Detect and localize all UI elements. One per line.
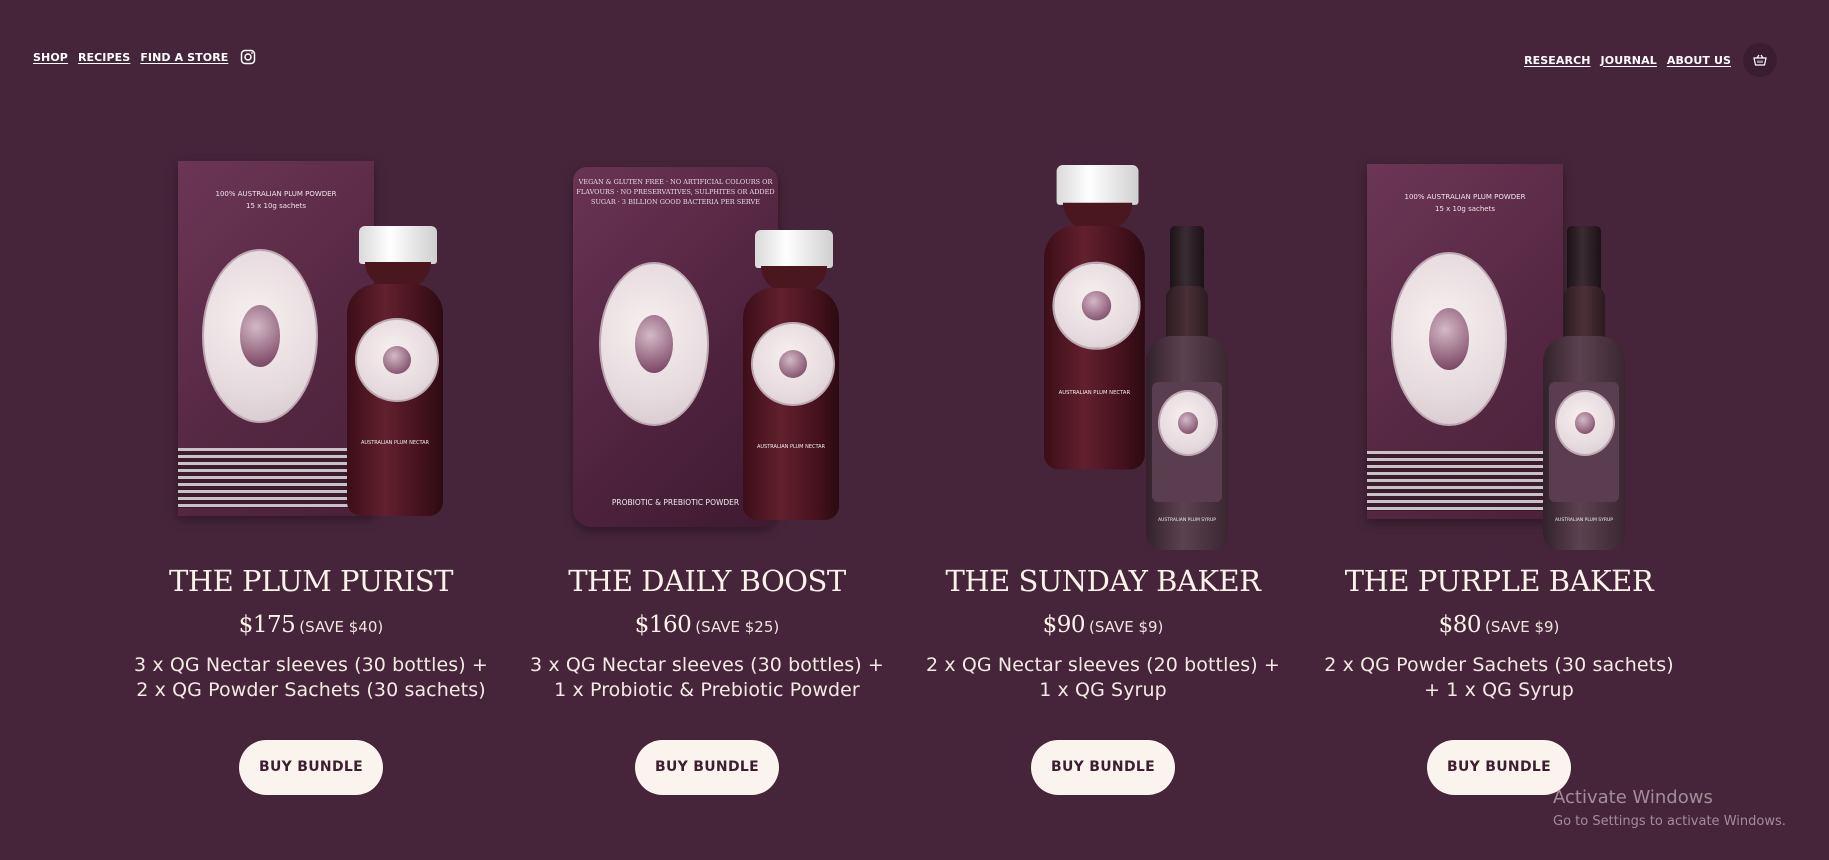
price-line: $90 (SAVE $9) <box>903 608 1303 644</box>
nav-journal-link[interactable]: JOURNAL <box>1601 54 1657 67</box>
pack-text: 100% AUSTRALIAN PLUM POWDER <box>1404 193 1526 201</box>
price-line: $80 (SAVE $9) <box>1299 608 1699 644</box>
watermark-title: Activate Windows <box>1553 787 1713 808</box>
nav-left: SHOP RECIPES FIND A STORE <box>33 49 256 65</box>
product-card-plum-purist: 100% AUSTRALIAN PLUM POWDER 15 x 10g sac… <box>111 155 511 795</box>
watermark-subtitle: Go to Settings to activate Windows. <box>1553 814 1786 829</box>
price-line: $160 (SAVE $25) <box>507 608 907 644</box>
syrup-bottle: AUSTRALIAN PLUM SYRUP <box>1146 226 1228 550</box>
product-saving: (SAVE $9) <box>1485 618 1560 636</box>
powder-box: 100% AUSTRALIAN PLUM POWDER 15 x 10g sac… <box>1367 164 1563 519</box>
nectar-bottle: AUSTRALIAN PLUM NECTAR <box>1044 165 1145 470</box>
product-description: 2 x QG Nectar sleeves (20 bottles) + 1 x… <box>903 653 1303 703</box>
bottle-text: AUSTRALIAN PLUM NECTAR <box>360 440 430 446</box>
pouch-text: VEGAN & GLUTEN FREE · NO ARTIFICIAL COLO… <box>576 178 775 206</box>
product-description: 3 x QG Nectar sleeves (30 bottles) + 1 x… <box>507 653 907 703</box>
product-title: THE PURPLE BAKER <box>1344 564 1654 598</box>
product-image: 100% AUSTRALIAN PLUM POWDER 15 x 10g sac… <box>1299 155 1699 550</box>
product-saving: (SAVE $40) <box>299 618 384 636</box>
nectar-bottle: AUSTRALIAN PLUM NECTAR <box>743 230 839 520</box>
product-saving: (SAVE $9) <box>1089 618 1164 636</box>
syrup-text: AUSTRALIAN PLUM SYRUP <box>1554 518 1614 523</box>
description-line: 2 x QG Powder Sachets (30 sachets) <box>136 679 486 701</box>
bottle-text: AUSTRALIAN PLUM NECTAR <box>756 444 826 450</box>
brand-seal <box>599 262 709 426</box>
nav-find-a-store-link[interactable]: FIND A STORE <box>140 51 228 64</box>
syrup-bottle: AUSTRALIAN PLUM SYRUP <box>1543 226 1625 550</box>
product-description: 2 x QG Powder Sachets (30 sachets) + 1 x… <box>1299 653 1699 703</box>
buy-bundle-button[interactable]: BUY BUNDLE <box>1031 740 1175 795</box>
product-image: AUSTRALIAN PLUM NECTAR AUSTRALIAN PLUM S… <box>903 155 1303 550</box>
product-image: VEGAN & GLUTEN FREE · NO ARTIFICIAL COLO… <box>507 155 907 543</box>
description-line: 1 x QG Syrup <box>1039 679 1167 701</box>
nectar-bottle: AUSTRALIAN PLUM NECTAR <box>347 226 443 516</box>
product-price: $90 <box>1042 612 1086 638</box>
basket-icon <box>1753 54 1767 66</box>
nav-shop-link[interactable]: SHOP <box>33 51 68 64</box>
product-title: THE PLUM PURIST <box>168 564 454 598</box>
product-card-purple-baker: 100% AUSTRALIAN PLUM POWDER 15 x 10g sac… <box>1299 155 1699 795</box>
brand-seal <box>202 249 318 423</box>
brand-seal <box>1391 252 1507 426</box>
nav-research-link[interactable]: RESEARCH <box>1524 54 1590 67</box>
buy-bundle-button[interactable]: BUY BUNDLE <box>239 740 383 795</box>
product-description: 3 x QG Nectar sleeves (30 bottles) + 2 x… <box>111 653 511 703</box>
bottle-text: AUSTRALIAN PLUM NECTAR <box>1058 389 1131 396</box>
syrup-text: AUSTRALIAN PLUM SYRUP <box>1157 518 1217 523</box>
product-card-sunday-baker: AUSTRALIAN PLUM NECTAR AUSTRALIAN PLUM S… <box>903 155 1303 795</box>
product-price: $175 <box>238 612 296 638</box>
product-price: $160 <box>634 612 692 638</box>
pack-subtext: 15 x 10g sachets <box>246 202 306 210</box>
powder-box: 100% AUSTRALIAN PLUM POWDER 15 x 10g sac… <box>178 161 374 516</box>
price-line: $175 (SAVE $40) <box>111 608 511 644</box>
product-card-daily-boost: VEGAN & GLUTEN FREE · NO ARTIFICIAL COLO… <box>507 155 907 795</box>
pack-text: 100% AUSTRALIAN PLUM POWDER <box>215 190 337 198</box>
product-title: THE DAILY BOOST <box>568 564 846 598</box>
cart-button[interactable] <box>1743 43 1777 77</box>
buy-bundle-button[interactable]: BUY BUNDLE <box>1427 740 1571 795</box>
description-line: 1 x Probiotic & Prebiotic Powder <box>554 679 860 701</box>
product-price: $80 <box>1438 612 1482 638</box>
pack-subtext: 15 x 10g sachets <box>1435 205 1495 213</box>
nav-right: RESEARCH JOURNAL ABOUT US <box>1524 43 1777 77</box>
description-line: 2 x QG Nectar sleeves (20 bottles) + <box>926 654 1280 676</box>
description-line: + 1 x QG Syrup <box>1424 679 1574 701</box>
activate-windows-watermark: Activate Windows Go to Settings to activ… <box>1553 787 1786 829</box>
product-saving: (SAVE $25) <box>695 618 780 636</box>
instagram-icon[interactable] <box>240 49 256 65</box>
product-title: THE SUNDAY BAKER <box>945 564 1261 598</box>
product-image: 100% AUSTRALIAN PLUM POWDER 15 x 10g sac… <box>111 155 511 543</box>
description-line: 3 x QG Nectar sleeves (30 bottles) + <box>530 654 884 676</box>
buy-bundle-button[interactable]: BUY BUNDLE <box>635 740 779 795</box>
description-line: 2 x QG Powder Sachets (30 sachets) <box>1324 654 1674 676</box>
nav-recipes-link[interactable]: RECIPES <box>78 51 130 64</box>
nav-about-us-link[interactable]: ABOUT US <box>1667 54 1731 67</box>
description-line: 3 x QG Nectar sleeves (30 bottles) + <box>134 654 488 676</box>
